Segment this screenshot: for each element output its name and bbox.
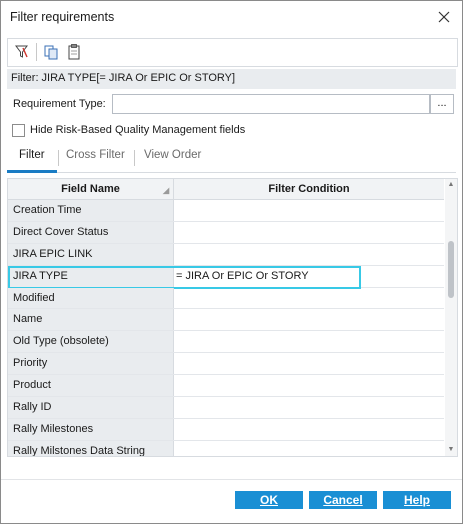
footer-divider [1, 479, 462, 480]
table-row[interactable]: Name [8, 309, 444, 332]
grid-scrollbar[interactable]: ▲ ▼ [445, 179, 457, 456]
filter-condition-cell[interactable] [174, 309, 440, 330]
filter-condition-cell[interactable] [174, 441, 440, 456]
scroll-up-arrow-icon[interactable]: ▲ [445, 179, 457, 191]
table-row-highlighted[interactable]: JIRA TYPE = JIRA Or EPIC Or STORY [8, 265, 444, 289]
tab-separator [58, 150, 59, 166]
filter-condition-cell[interactable] [174, 353, 440, 374]
grid-header: Field Name ◢ Filter Condition [8, 179, 444, 200]
field-name-header[interactable]: Field Name ◢ [8, 179, 174, 199]
help-button[interactable]: Help [383, 491, 451, 509]
table-row[interactable]: Rally Milstones Data String [8, 440, 444, 456]
requirement-type-input[interactable] [112, 94, 430, 114]
table-row[interactable]: Modified [8, 287, 444, 310]
scrollbar-thumb[interactable] [448, 241, 454, 298]
scroll-down-arrow-icon[interactable]: ▼ [445, 444, 457, 456]
hide-rbqm-label: Hide Risk-Based Quality Management field… [30, 124, 246, 136]
field-name-cell: Priority [8, 353, 174, 375]
requirement-type-browse-button[interactable]: ... [430, 94, 454, 114]
hide-rbqm-checkbox[interactable] [12, 124, 25, 137]
cancel-button[interactable]: Cancel [309, 491, 377, 509]
copy-icon [44, 45, 58, 60]
filter-clear-icon [15, 45, 28, 58]
sort-icon: ◢ [163, 186, 170, 195]
field-name-cell: Direct Cover Status [8, 221, 174, 243]
dialog-title: Filter requirements [10, 10, 115, 24]
field-name-cell: Rally Milstones Data String [8, 440, 174, 456]
field-name-cell: Old Type (obsolete) [8, 331, 174, 353]
filter-requirements-dialog: Filter requirements Filter: JIRA TYPE[= … [0, 0, 463, 524]
field-name-cell: Name [8, 309, 174, 331]
toolbar-separator [36, 43, 37, 61]
paste-filter-button[interactable] [64, 42, 84, 62]
tab-separator [134, 150, 135, 166]
filter-condition-cell[interactable] [174, 419, 440, 440]
filter-condition-cell[interactable] [174, 200, 440, 221]
field-name-cell: JIRA TYPE [8, 265, 174, 287]
filter-condition-cell[interactable] [174, 222, 440, 243]
title-bar: Filter requirements [1, 1, 462, 33]
tab-view-order[interactable]: View Order [144, 149, 201, 169]
filter-grid: Field Name ◢ Filter Condition Creation T… [7, 178, 458, 457]
filter-condition-cell[interactable] [174, 288, 440, 309]
requirement-type-label: Requirement Type: [13, 98, 106, 110]
table-row[interactable]: JIRA EPIC LINK [8, 243, 444, 266]
filter-condition-cell[interactable]: = JIRA Or EPIC Or STORY [174, 266, 440, 287]
field-name-cell: JIRA EPIC LINK [8, 243, 174, 265]
table-row[interactable]: Creation Time [8, 200, 444, 222]
filter-condition-cell[interactable] [174, 375, 440, 396]
filter-condition-cell[interactable] [174, 397, 440, 418]
table-row[interactable]: Rally Milestones [8, 418, 444, 441]
filter-summary-text: Filter: JIRA TYPE[= JIRA Or EPIC Or STOR… [11, 72, 236, 84]
field-name-cell: Modified [8, 287, 174, 309]
filter-condition-header[interactable]: Filter Condition [174, 179, 444, 199]
tab-filter[interactable]: Filter [19, 149, 45, 169]
tab-bar: Filter Cross Filter View Order [7, 144, 456, 173]
field-name-header-label: Field Name [61, 183, 120, 195]
table-row[interactable]: Priority [8, 353, 444, 376]
field-name-cell: Rally ID [8, 397, 174, 418]
clear-filter-button[interactable] [12, 42, 32, 62]
table-row[interactable]: Rally ID [8, 397, 444, 419]
active-tab-indicator [7, 170, 57, 173]
table-row[interactable]: Old Type (obsolete) [8, 331, 444, 354]
table-row[interactable]: Direct Cover Status [8, 221, 444, 244]
ok-button[interactable]: OK [235, 491, 303, 509]
filter-condition-cell[interactable] [174, 331, 440, 352]
filter-condition-cell[interactable] [174, 244, 440, 265]
close-icon [438, 11, 450, 23]
toolbar [7, 38, 458, 67]
field-name-cell: Product [8, 375, 174, 397]
close-button[interactable] [434, 7, 454, 27]
copy-filter-button[interactable] [41, 42, 61, 62]
filter-summary-bar: Filter: JIRA TYPE[= JIRA Or EPIC Or STOR… [7, 69, 456, 89]
field-name-cell: Creation Time [8, 200, 174, 221]
tab-cross-filter[interactable]: Cross Filter [66, 149, 125, 169]
table-row[interactable]: Product [8, 375, 444, 398]
paste-icon [68, 44, 80, 60]
grid-rows: Creation Time Direct Cover Status JIRA E… [8, 200, 444, 456]
field-name-cell: Rally Milestones [8, 418, 174, 440]
